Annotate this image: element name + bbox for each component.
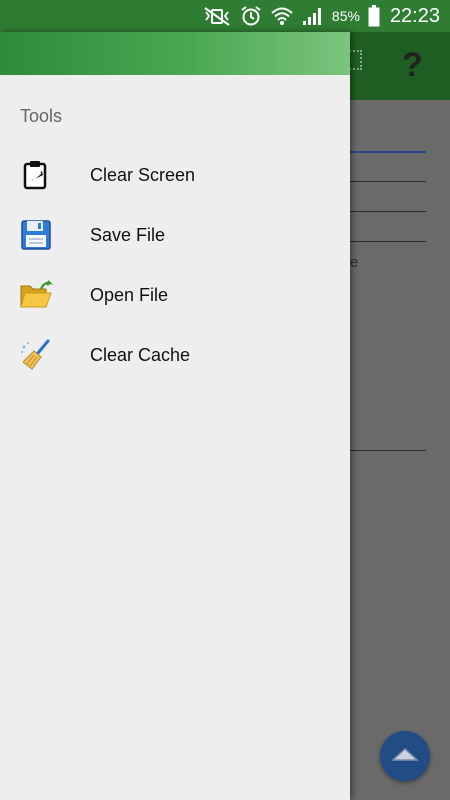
drawer-header bbox=[0, 32, 350, 75]
mute-vibrate-icon bbox=[202, 6, 232, 26]
menu-item-clear-cache[interactable]: Clear Cache bbox=[0, 325, 350, 385]
navigation-drawer: Tools Clear Screen Save File Open File C… bbox=[0, 32, 350, 800]
divider bbox=[350, 450, 426, 451]
status-icons: 85% 22:23 bbox=[202, 0, 440, 32]
status-bar: 85% 22:23 bbox=[0, 0, 450, 32]
divider bbox=[350, 241, 426, 242]
divider bbox=[350, 181, 426, 182]
battery-percentage: 85% bbox=[331, 8, 360, 24]
menu-item-save-file[interactable]: Save File bbox=[0, 205, 350, 265]
input-underline bbox=[350, 151, 426, 153]
wifi-icon bbox=[270, 5, 294, 27]
menu-item-label: Clear Cache bbox=[90, 344, 191, 365]
open-folder-icon bbox=[18, 277, 54, 313]
divider bbox=[350, 211, 426, 212]
menu-item-label: Save File bbox=[90, 224, 166, 245]
floppy-disk-icon bbox=[18, 217, 54, 253]
scroll-up-button[interactable] bbox=[380, 731, 430, 781]
broom-icon bbox=[18, 337, 54, 373]
menu-item-clear-screen[interactable]: Clear Screen bbox=[0, 145, 350, 205]
section-title-tools: Tools bbox=[20, 106, 63, 126]
signal-icon bbox=[302, 6, 324, 26]
menu-item-label: Open File bbox=[90, 284, 169, 305]
clock: 22:23 bbox=[389, 4, 440, 27]
menu-item-label: Clear Screen bbox=[90, 164, 196, 185]
battery-icon bbox=[368, 5, 380, 27]
alarm-icon bbox=[240, 5, 262, 27]
background-text-fragment: e bbox=[350, 254, 359, 271]
clipboard-icon bbox=[18, 157, 54, 193]
help-icon[interactable]: ? bbox=[402, 46, 423, 85]
chevron-up-icon bbox=[390, 745, 420, 768]
menu-item-open-file[interactable]: Open File bbox=[0, 265, 350, 325]
